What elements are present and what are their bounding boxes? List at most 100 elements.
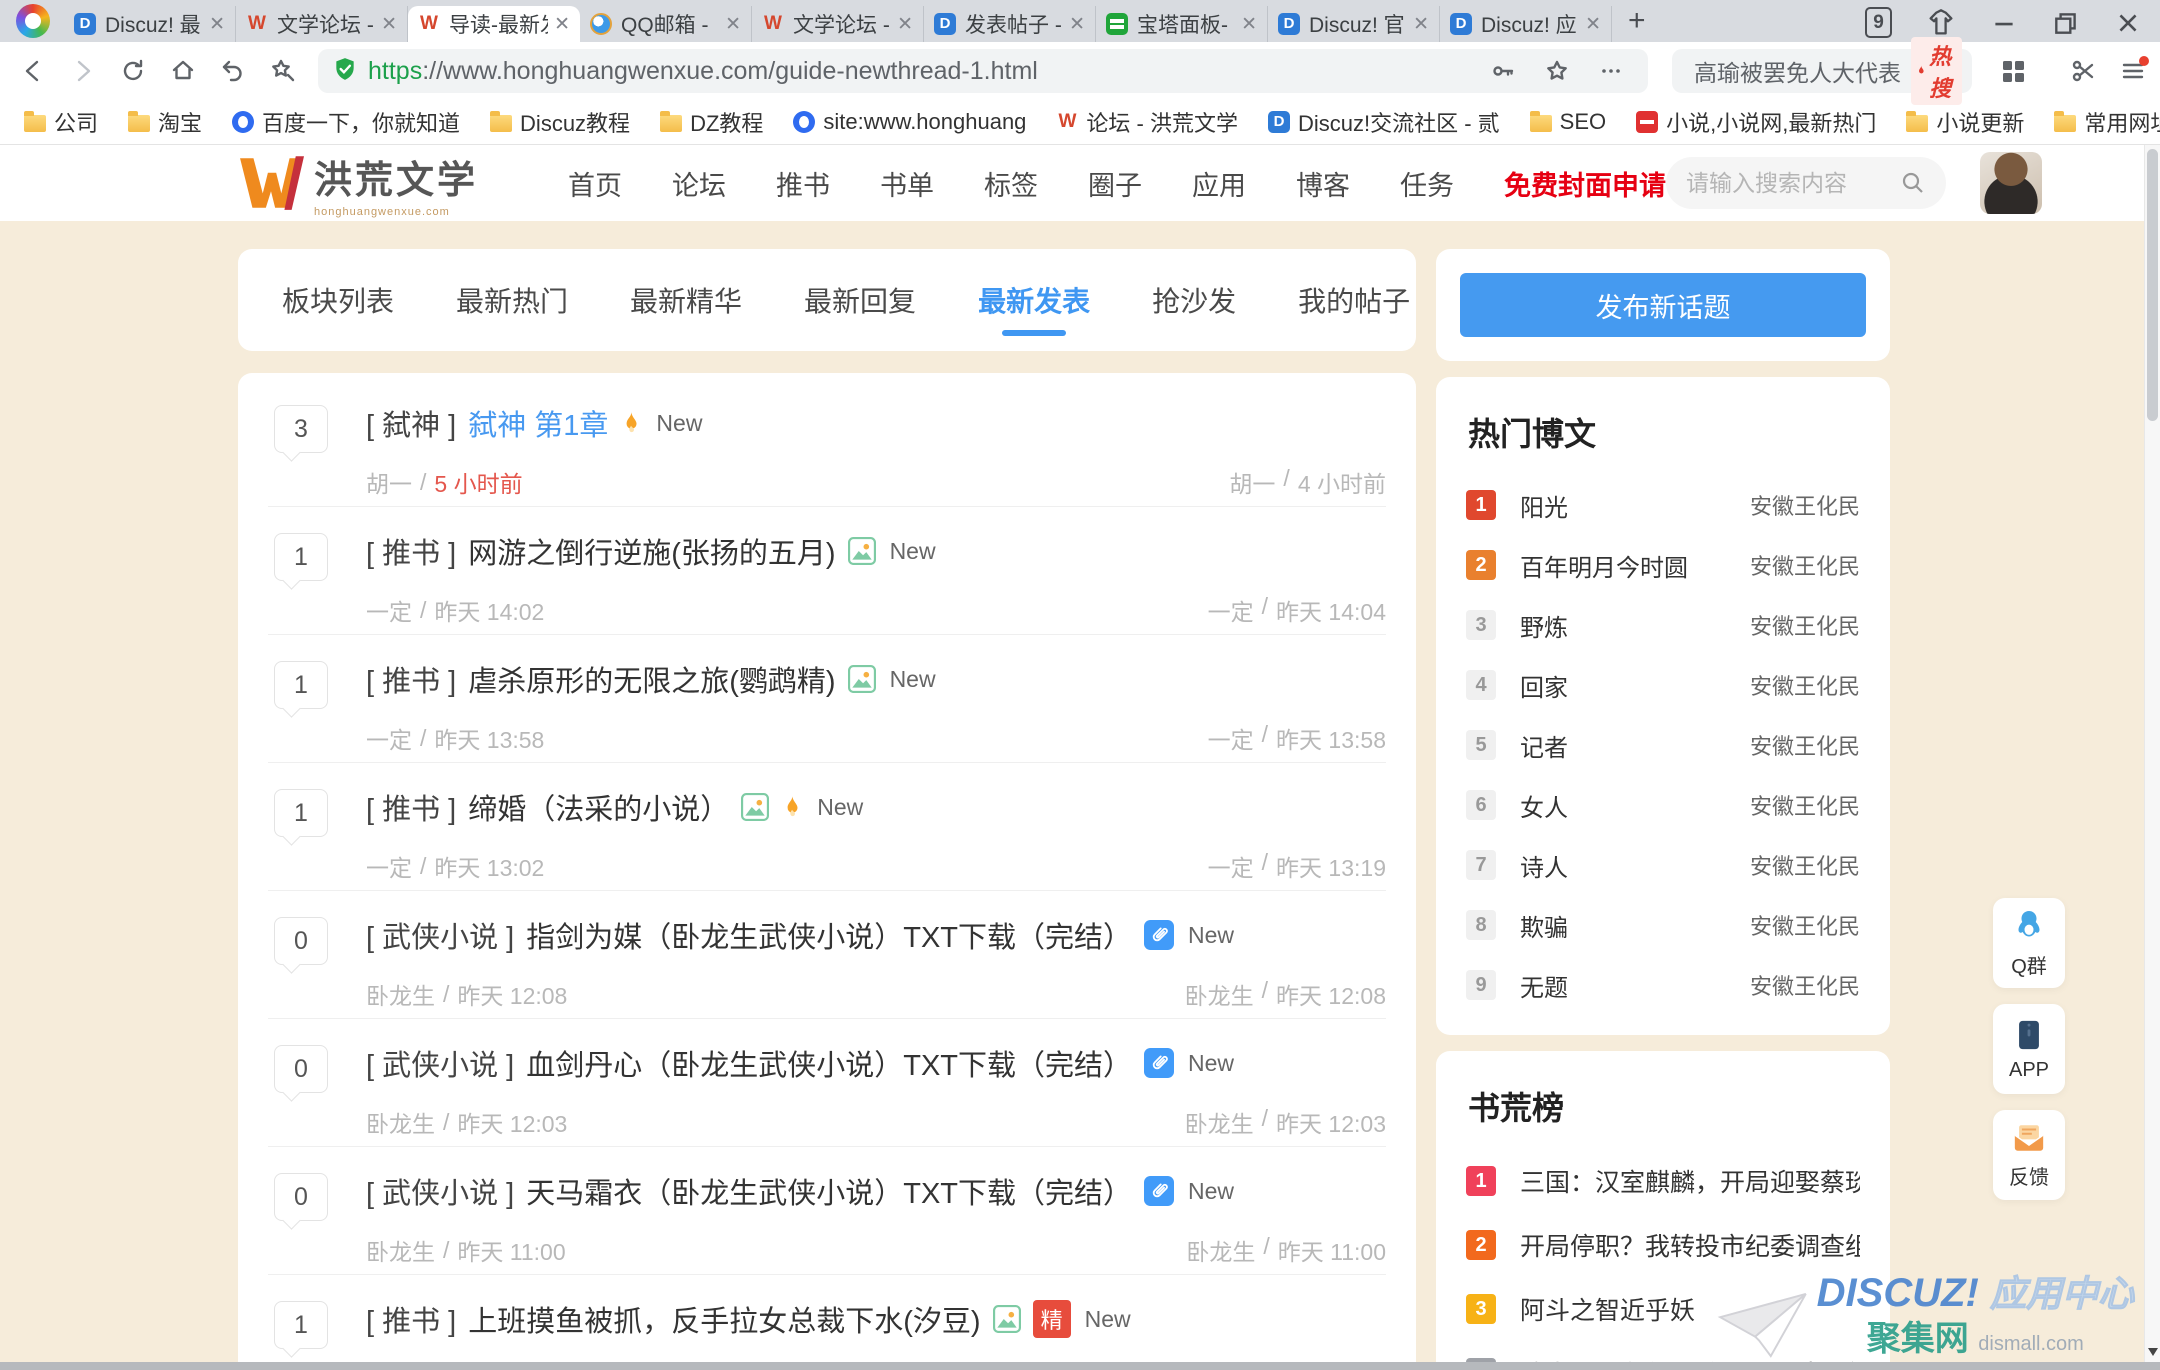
app-download-button[interactable]: APP [1993, 1004, 2065, 1094]
book-title[interactable]: 开局停职？我转投市纪委调查组 [1520, 1227, 1860, 1263]
new-topic-button[interactable]: 发布新话题 [1460, 273, 1866, 337]
new-tab-button[interactable]: + [1628, 6, 1646, 36]
thread-author[interactable]: 卧龙生 [366, 1233, 435, 1267]
site-search-input[interactable] [1686, 170, 1886, 197]
tab-close-icon[interactable]: ✕ [1241, 13, 1257, 36]
qq-group-button[interactable]: Q群 [1993, 898, 2065, 988]
blog-author[interactable]: 安徽王化民 [1750, 669, 1860, 701]
thread-author[interactable]: 一定 [366, 849, 412, 883]
url-text[interactable]: https://www.honghuangwenxue.com/guide-ne… [368, 57, 1038, 86]
reply-count-badge[interactable]: 3 [274, 405, 328, 453]
blog-title[interactable]: 阳光 [1520, 488, 1568, 523]
bookmark-item[interactable]: 公司 [24, 106, 98, 138]
scrollbar-down-arrow[interactable] [2148, 1348, 2158, 1356]
browser-tab[interactable]: 文学论坛 - ✕ [752, 6, 924, 42]
bookmark-item[interactable]: Discuz!交流社区 - 贰 [1268, 106, 1500, 138]
bookmark-item[interactable]: SEO [1530, 109, 1606, 135]
thread-category[interactable]: [ 推书 ] [366, 786, 456, 828]
thread-author[interactable]: 卧龙生 [366, 1105, 435, 1139]
browser-tab[interactable]: Discuz! 官 ✕ [1268, 6, 1440, 42]
browser-tab[interactable]: 发表帖子 - ✕ [924, 6, 1096, 42]
nav-item[interactable]: 标签 [984, 164, 1038, 203]
bookmark-item[interactable]: Discuz教程 [490, 106, 630, 138]
blog-author[interactable]: 安徽王化民 [1750, 789, 1860, 821]
thread-title-link[interactable]: 上班摸鱼被抓，反手拉女总裁下水(汐豆) [468, 1298, 980, 1340]
page-scrollbar[interactable] [2144, 145, 2160, 1362]
scrollbar-thumb[interactable] [2147, 149, 2158, 421]
blog-title[interactable]: 野炼 [1520, 608, 1568, 643]
last-reply-author[interactable]: 卧龙生 [1185, 1105, 1254, 1139]
undo-icon[interactable] [210, 48, 256, 94]
thread-category[interactable]: [ 推书 ] [366, 658, 456, 700]
bookmark-item[interactable]: 小说更新 [1906, 106, 2024, 138]
thread-category[interactable]: [ 弑神 ] [366, 402, 456, 444]
thread-title-link[interactable]: 血剑丹心（卧龙生武侠小说）TXT下载（完结） [526, 1042, 1132, 1084]
blog-title[interactable]: 回家 [1520, 668, 1568, 703]
browser-tab[interactable]: QQ邮箱 - ✕ [580, 6, 752, 42]
last-reply-author[interactable]: 卧龙生 [1186, 1233, 1255, 1267]
blog-author[interactable]: 安徽王化民 [1750, 489, 1860, 521]
last-reply-author[interactable]: 卧龙生 [1185, 977, 1254, 1011]
reply-count-badge[interactable]: 1 [274, 533, 328, 581]
tab-close-icon[interactable]: ✕ [209, 13, 225, 36]
thread-title-link[interactable]: 虐杀原形的无限之旅(鹦鹉精) [468, 658, 835, 700]
last-reply-author[interactable]: 胡一 [1229, 465, 1275, 499]
close-window-icon[interactable] [2114, 9, 2142, 37]
browser-tab[interactable]: Discuz! 应 ✕ [1440, 6, 1612, 42]
thread-category[interactable]: [ 武侠小说 ] [366, 1042, 514, 1084]
forum-tab[interactable]: 抢沙发 [1152, 250, 1236, 350]
reply-count-badge[interactable]: 1 [274, 789, 328, 837]
book-title[interactable]: 三国：汉室麒麟，开局迎娶蔡琰 [1520, 1163, 1860, 1199]
thread-author[interactable]: 一定 [366, 721, 412, 755]
nav-item[interactable]: 博客 [1296, 164, 1350, 203]
site-search-box[interactable] [1666, 157, 1946, 209]
last-reply-author[interactable]: 一定 [1208, 593, 1254, 627]
menu-hamburger-icon[interactable] [2110, 48, 2156, 94]
blog-author[interactable]: 安徽王化民 [1750, 549, 1860, 581]
address-bar[interactable]: https://www.honghuangwenxue.com/guide-ne… [318, 49, 1648, 93]
nav-cta-free-cover[interactable]: 免费封面申请 [1504, 164, 1666, 203]
browser-tab[interactable]: 宝塔面板- ✕ [1096, 6, 1268, 42]
user-avatar[interactable] [1980, 152, 2042, 214]
thread-category[interactable]: [ 推书 ] [366, 530, 456, 572]
thread-title-link[interactable]: 天马霜衣（卧龙生武侠小说）TXT下载（完结） [526, 1170, 1132, 1212]
tab-count-badge[interactable]: 9 [1865, 7, 1892, 38]
reply-count-badge[interactable]: 0 [274, 1045, 328, 1093]
tab-close-icon[interactable]: ✕ [897, 13, 913, 36]
forum-tab[interactable]: 我的帖子 [1298, 250, 1410, 350]
tab-close-icon[interactable]: ✕ [1585, 13, 1601, 36]
minimize-icon[interactable] [1990, 9, 2018, 37]
bookmark-item[interactable]: 论坛 - 洪荒文学 [1056, 106, 1238, 138]
reply-count-badge[interactable]: 1 [274, 1301, 328, 1349]
password-key-icon[interactable] [1480, 48, 1526, 94]
feedback-button[interactable]: 反馈 [1993, 1110, 2065, 1200]
blog-title[interactable]: 记者 [1520, 728, 1568, 763]
browser-tab[interactable]: 导读-最新发 ✕ [408, 6, 580, 42]
blog-title[interactable]: 欺骗 [1520, 908, 1568, 943]
tab-close-icon[interactable]: ✕ [1413, 13, 1429, 36]
blog-author[interactable]: 安徽王化民 [1750, 969, 1860, 1001]
tab-close-icon[interactable]: ✕ [554, 13, 570, 36]
blog-author[interactable]: 安徽王化民 [1750, 849, 1860, 881]
blog-author[interactable]: 安徽王化民 [1750, 609, 1860, 641]
blog-author[interactable]: 安徽王化民 [1750, 909, 1860, 941]
forward-icon[interactable] [60, 48, 106, 94]
reply-count-badge[interactable]: 0 [274, 1173, 328, 1221]
thread-author[interactable]: 一定 [366, 593, 412, 627]
forum-tab[interactable]: 最新回复 [804, 250, 916, 350]
bookmark-item[interactable]: 常用网址 [2054, 106, 2160, 138]
browser-tab[interactable]: Discuz! 最 ✕ [64, 6, 236, 42]
hot-search-box[interactable]: 高瑜被罢免人大代表 热搜 [1672, 49, 1972, 93]
thread-author[interactable]: 卧龙生 [366, 977, 435, 1011]
bookmark-star-icon[interactable] [1534, 48, 1580, 94]
last-reply-author[interactable]: 一定 [1208, 849, 1254, 883]
site-logo[interactable]: 洪荒文学 honghuangwenxue.com [238, 149, 478, 218]
thread-title-link[interactable]: 弑神 第1章 [468, 402, 608, 444]
browser-tab[interactable]: 文学论坛 - ✕ [236, 6, 408, 42]
book-title[interactable]: 阿斗之智近乎妖 [1520, 1291, 1695, 1327]
forum-tab[interactable]: 板块列表 [282, 250, 394, 350]
skin-shirt-icon[interactable] [1926, 8, 1956, 38]
blog-title[interactable]: 女人 [1520, 788, 1568, 823]
blog-title[interactable]: 百年明月今时圆 [1520, 548, 1688, 583]
nav-item[interactable]: 应用 [1192, 164, 1246, 203]
